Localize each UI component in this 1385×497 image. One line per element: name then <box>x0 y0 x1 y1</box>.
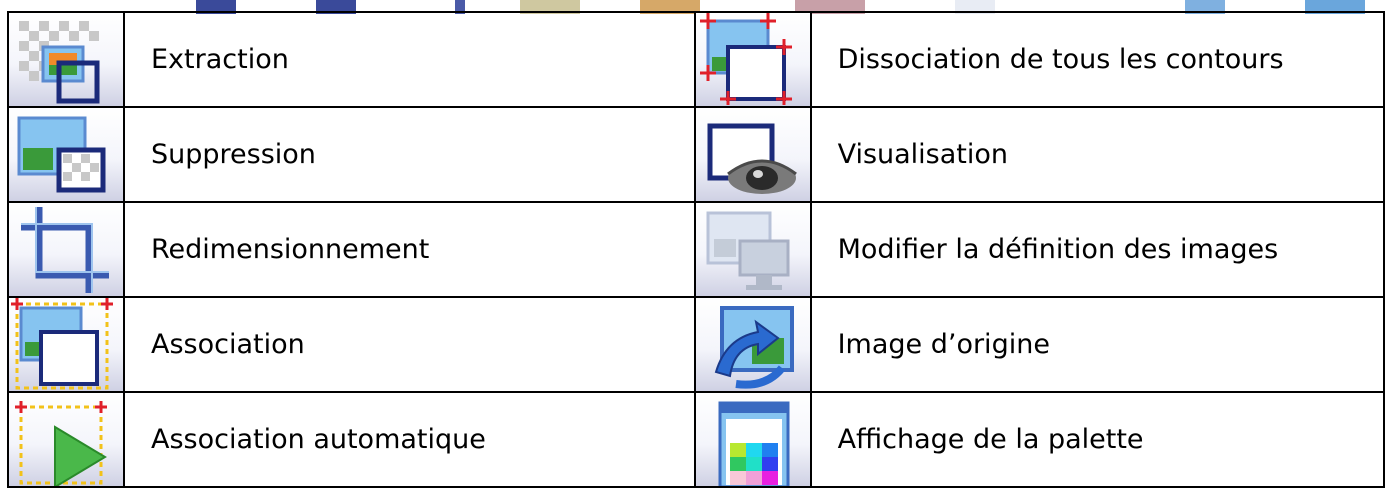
icon-cell <box>693 106 812 203</box>
eye-visualisation-icon <box>696 109 809 200</box>
table-row: Extraction Dissociation de tous les cont… <box>7 11 1385 108</box>
icon-cell <box>693 296 812 393</box>
extraction-icon <box>10 14 122 105</box>
row-label: Modifier la définition des images <box>809 201 1385 298</box>
association-icon <box>10 299 122 390</box>
table-row: Association Image d’origine <box>7 296 1385 393</box>
table-row: Association automatique Affichage de la … <box>7 391 1385 488</box>
row-label: Suppression <box>123 106 696 203</box>
change-resolution-icon <box>696 204 809 295</box>
palette-icon <box>696 394 809 485</box>
icon-cell <box>7 391 125 488</box>
icon-cell <box>693 201 812 298</box>
auto-association-icon <box>10 394 122 485</box>
row-label: Image d’origine <box>809 296 1385 393</box>
row-label: Dissociation de tous les contours <box>809 11 1385 108</box>
row-label: Extraction <box>123 11 696 108</box>
row-label: Visualisation <box>809 106 1385 203</box>
icon-cell <box>7 106 125 203</box>
icon-reference-table: Extraction Dissociation de tous les cont… <box>7 11 1385 488</box>
row-label: Affichage de la palette <box>809 391 1385 488</box>
table-row: Suppression Visualisation <box>7 106 1385 203</box>
crop-resize-icon <box>10 204 122 295</box>
dissociate-contours-icon <box>696 14 809 105</box>
table-row: Redimensionnement Modifier la définition… <box>7 201 1385 298</box>
original-image-icon <box>696 299 809 390</box>
row-label: Association <box>123 296 696 393</box>
suppression-icon <box>10 109 122 200</box>
row-label: Redimensionnement <box>123 201 696 298</box>
row-label: Association automatique <box>123 391 696 488</box>
icon-cell <box>693 391 812 488</box>
icon-cell <box>7 201 125 298</box>
icon-cell <box>7 296 125 393</box>
icon-cell <box>7 11 125 108</box>
icon-cell <box>693 11 812 108</box>
